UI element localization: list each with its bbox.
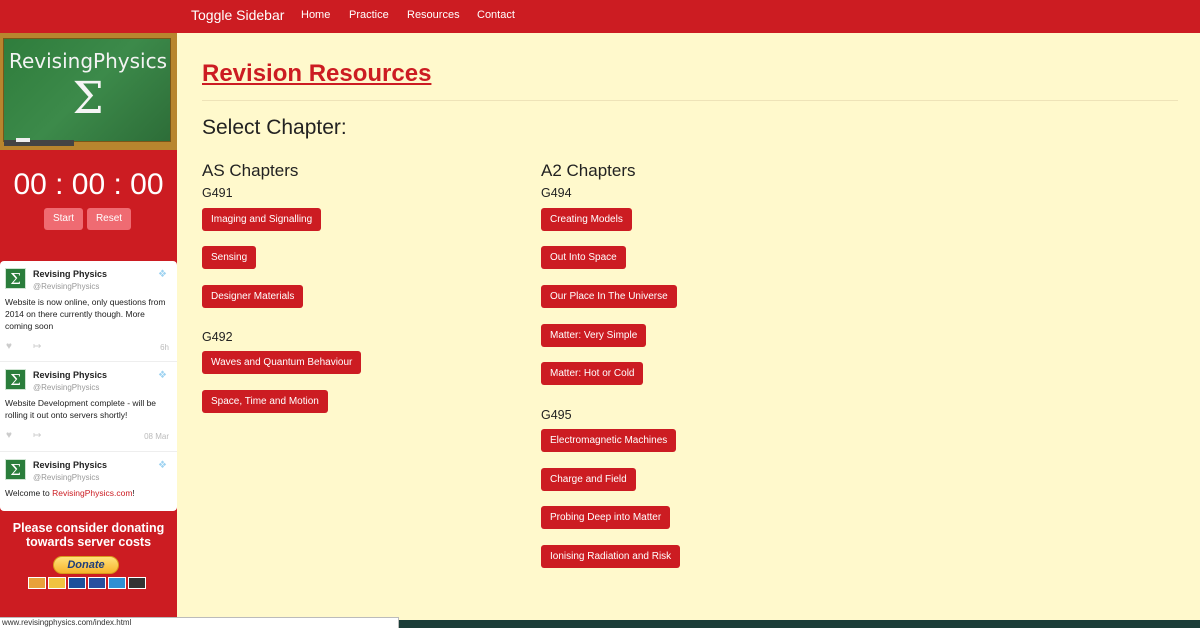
avatar[interactable]: Σ [5,369,26,390]
chalkboard-image: RevisingPhysics Σ [3,38,171,146]
twitter-feed[interactable]: Σ Revising Physics @RevisingPhysics ❖ We… [0,261,177,511]
share-icon[interactable]: ↦ [33,430,41,441]
top-navbar: Toggle Sidebar Home Practice Resources C… [0,0,1200,33]
tweet-item[interactable]: Σ Revising Physics @RevisingPhysics ❖ We… [0,452,177,511]
direct-debit-icon [128,577,146,589]
tweet-author-handle[interactable]: @RevisingPhysics [33,282,99,291]
chapter-button[interactable]: Probing Deep into Matter [541,506,671,529]
chapter-button[interactable]: Charge and Field [541,468,636,491]
chapter-button[interactable]: Matter: Very Simple [541,324,647,347]
tweet-timestamp[interactable]: 6h [160,343,169,352]
a2-chapters-heading: A2 Chapters [541,161,636,180]
g494-label: G494 [541,186,572,200]
tweet-text: Welcome to RevisingPhysics.com! [5,487,173,499]
donate-message: Please consider donating towards server … [12,521,165,549]
tweet-author-handle[interactable]: @RevisingPhysics [33,383,99,392]
nav-practice-link[interactable]: Practice [349,9,389,21]
visa-icon [68,577,86,589]
chapter-button[interactable]: Out Into Space [541,246,626,269]
twitter-bird-icon[interactable]: ❖ [158,460,167,471]
select-chapter-heading: Select Chapter: [202,116,347,139]
avatar[interactable]: Σ [5,459,26,480]
tweet-author-name[interactable]: Revising Physics [33,269,107,279]
twitter-bird-icon[interactable]: ❖ [158,370,167,381]
site-link[interactable]: RevisingPhysics.com [52,488,132,498]
as-chapters-heading: AS Chapters [202,161,299,180]
tweet-timestamp[interactable]: 08 Mar [144,432,169,441]
tweet-text: Website Development complete - will be r… [5,398,157,420]
title-divider [202,100,1178,101]
nav-home-link[interactable]: Home [301,9,330,21]
page-bottom-edge [399,620,1200,628]
logo-title: RevisingPhysics [8,49,167,73]
sidebar: RevisingPhysics Σ 00 : 00 : 00 Start Res… [0,33,177,628]
site-logo[interactable]: RevisingPhysics Σ [0,33,177,150]
timer-display: 00 : 00 : 00 [13,168,164,201]
like-icon[interactable]: ♥ [6,341,12,352]
chalk-ledge [4,140,74,146]
chapter-button[interactable]: Matter: Hot or Cold [541,362,644,385]
chapter-button[interactable]: Imaging and Signalling [202,208,322,231]
avatar[interactable]: Σ [5,268,26,289]
chapter-button[interactable]: Waves and Quantum Behaviour [202,351,362,374]
g492-label: G492 [202,330,233,344]
toggle-sidebar-button[interactable]: Toggle Sidebar [191,7,284,23]
g495-label: G495 [541,408,572,422]
chapter-button[interactable]: Our Place In The Universe [541,285,677,308]
timer-reset-button[interactable]: Reset [87,208,131,230]
maestro-icon [48,577,66,589]
chapter-button[interactable]: Sensing [202,246,257,269]
nav-resources-link[interactable]: Resources [407,9,460,21]
twitter-bird-icon[interactable]: ❖ [158,269,167,280]
sigma-icon: Σ [72,73,104,124]
chalk-icon [16,138,30,142]
chapter-button[interactable]: Space, Time and Motion [202,390,328,413]
mastercard-icon [28,577,46,589]
g491-label: G491 [202,186,233,200]
chapter-button[interactable]: Ionising Radiation and Risk [541,545,681,568]
nav-contact-link[interactable]: Contact [477,9,515,21]
chapter-button[interactable]: Designer Materials [202,285,304,308]
tweet-item[interactable]: Σ Revising Physics @RevisingPhysics ❖ We… [0,261,177,362]
amex-icon [108,577,126,589]
like-icon[interactable]: ♥ [6,430,12,441]
share-icon[interactable]: ↦ [33,341,41,352]
chapter-button[interactable]: Electromagnetic Machines [541,429,677,452]
visa-electron-icon [88,577,106,589]
tweet-author-handle[interactable]: @RevisingPhysics [33,473,99,482]
tweet-text: Website is now online, only questions fr… [5,297,166,331]
tweet-author-name[interactable]: Revising Physics [33,370,107,380]
tweet-item[interactable]: Σ Revising Physics @RevisingPhysics ❖ We… [0,362,177,452]
tweet-author-name[interactable]: Revising Physics [33,460,107,470]
browser-status-url: www.revisingphysics.com/index.html [0,617,399,628]
tweet-text-suffix: ! [132,488,135,498]
chapter-button[interactable]: Creating Models [541,208,632,231]
timer-start-button[interactable]: Start [44,208,83,230]
donate-button[interactable]: Donate [53,556,119,574]
tweet-text-prefix: Welcome to [5,488,53,498]
page-title: Revision Resources [202,60,432,87]
